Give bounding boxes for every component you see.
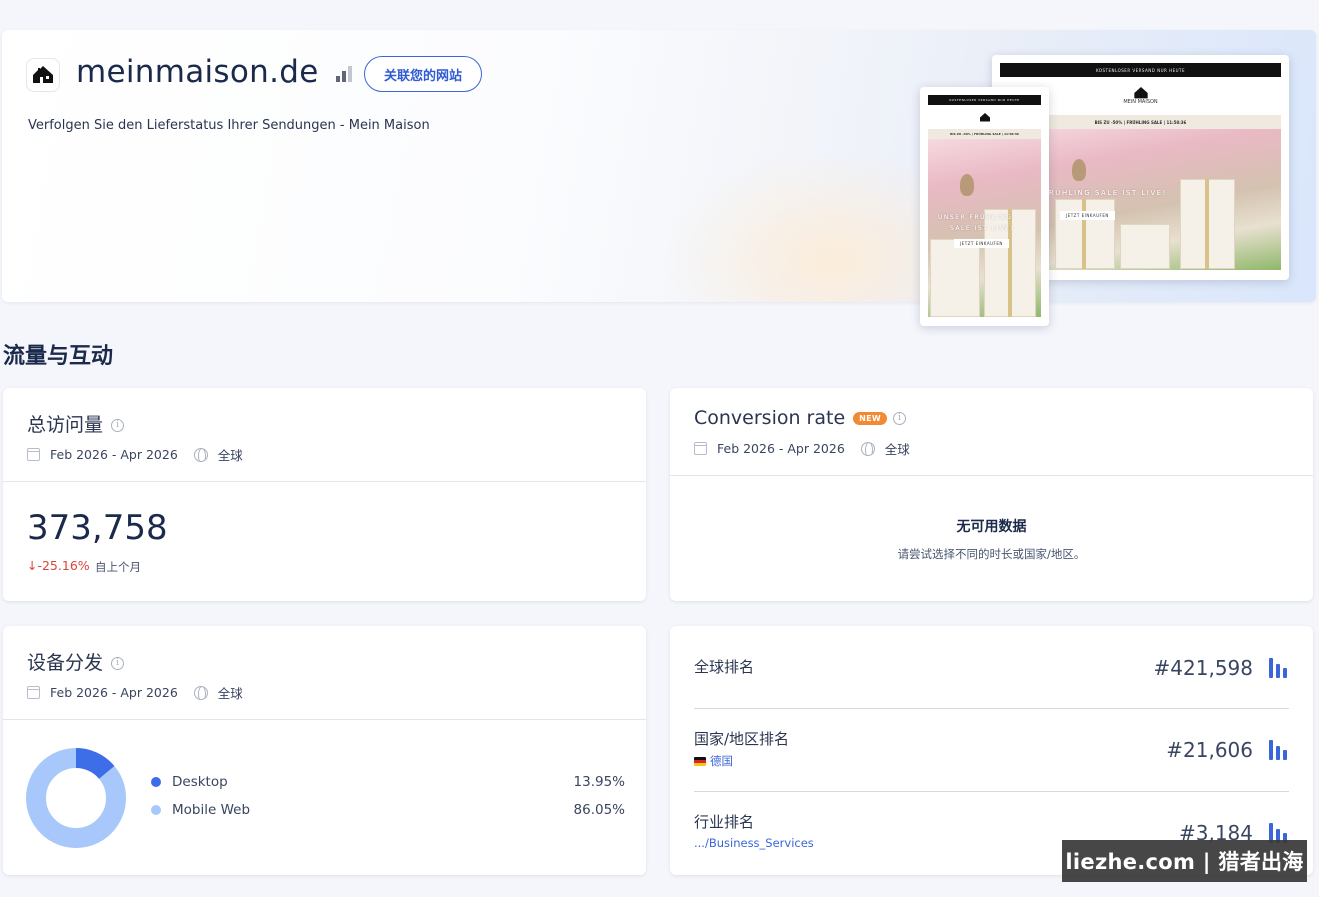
total-visits-value: 373,758 xyxy=(27,508,168,548)
country-link[interactable]: 德国 xyxy=(694,753,733,769)
section-title: 流量与互动 xyxy=(3,344,114,369)
rank-label: 行业排名 xyxy=(694,813,755,831)
traffic-rank-icon xyxy=(336,66,352,82)
legend-percent: 13.95% xyxy=(573,774,625,790)
date-range: Feb 2026 - Apr 2026 xyxy=(50,685,178,700)
total-visits-card: 总访问量 i Feb 2026 - Apr 2026 全球 373,758 ↓-2… xyxy=(3,388,646,601)
rank-label: 国家/地区排名 xyxy=(694,730,790,748)
bunny-figure xyxy=(960,174,974,196)
site-name: meinmaison.de xyxy=(76,54,319,90)
conversion-rate-card: Conversion rate NEW i Feb 2026 - Apr 2026 … xyxy=(670,388,1313,601)
no-data-title: 无可用数据 xyxy=(956,519,1027,535)
legend-dot xyxy=(151,805,161,815)
site-description: Verfolgen Sie den Lieferstatus Ihrer Sen… xyxy=(28,118,430,133)
industry-link[interactable]: .../Business_Services xyxy=(694,836,814,850)
legend-item-desktop: Desktop 13.95% xyxy=(151,774,625,790)
card-title-text: 设备分发 xyxy=(27,652,104,674)
rank-divider xyxy=(694,708,1289,709)
mockup-logo-text: MEIN MAISON xyxy=(1123,99,1158,105)
rank-chart-icon[interactable] xyxy=(1269,658,1289,678)
rank-label: 全球排名 xyxy=(694,658,755,676)
globe-icon xyxy=(193,685,208,700)
device-donut-chart xyxy=(26,748,126,848)
mockup-top-bar: KOSTENLOSER VERSAND NUR HEUTE xyxy=(928,95,1041,105)
region-label: 全球 xyxy=(217,686,243,701)
mockup-logo xyxy=(928,105,1041,129)
gift-box xyxy=(1120,224,1170,269)
mockup-shop-button: JETZT EINKAUFEN xyxy=(954,239,1009,248)
country-name: 德国 xyxy=(710,754,733,768)
card-title: 设备分发 i xyxy=(27,648,125,675)
gift-ribbon xyxy=(1205,179,1209,269)
gift-ribbon xyxy=(1082,199,1086,269)
card-meta: Feb 2026 - Apr 2026 全球 xyxy=(694,439,910,458)
card-title: Conversion rate NEW i xyxy=(694,407,907,429)
new-badge: NEW xyxy=(853,412,888,425)
rank-chart-icon[interactable] xyxy=(1269,740,1289,760)
region-label: 全球 xyxy=(884,442,910,457)
card-title-text: 总访问量 xyxy=(27,414,104,436)
rank-divider xyxy=(694,791,1289,792)
house-logo-icon xyxy=(1133,87,1148,99)
info-icon[interactable]: i xyxy=(111,419,125,432)
card-divider xyxy=(3,481,646,482)
gift-box xyxy=(930,239,980,317)
house-logo-icon xyxy=(979,112,990,121)
rankings-card: 全球排名 #421,598 国家/地区排名 德国 #21,606 行业排名 ..… xyxy=(670,626,1313,875)
card-title-text: Conversion rate xyxy=(694,407,846,429)
mobile-screenshot-preview: KOSTENLOSER VERSAND NUR HEUTE BIS ZU -50… xyxy=(920,87,1049,326)
bunny-figure xyxy=(1072,159,1086,181)
globe-icon xyxy=(860,441,875,456)
mockup-sale-banner: BIS ZU -50% | FRÜHLING SALE | 11:58:36 xyxy=(928,129,1041,139)
card-title: 总访问量 i xyxy=(27,410,125,437)
global-rank-row: 全球排名 #421,598 xyxy=(694,656,1289,680)
legend-dot xyxy=(151,777,161,787)
no-data-subtitle: 请尝试选择不同的时长或国家/地区。 xyxy=(897,547,1086,561)
globe-icon xyxy=(193,447,208,462)
info-icon[interactable]: i xyxy=(893,412,907,425)
mockup-headline: UNSER FRÜHLING xyxy=(938,214,1013,221)
country-rank-row: 国家/地区排名 德国 #21,606 xyxy=(694,728,1289,772)
germany-flag-icon xyxy=(694,756,706,766)
region-label: 全球 xyxy=(217,448,243,463)
device-distribution-card: 设备分发 i Feb 2026 - Apr 2026 全球 Desktop 13.… xyxy=(3,626,646,875)
legend-label: Desktop xyxy=(172,774,228,790)
change-label: 自上个月 xyxy=(95,560,141,574)
card-divider xyxy=(3,719,646,720)
connect-website-button[interactable]: 关联您的网站 xyxy=(364,56,482,92)
mockup-top-bar: KOSTENLOSER VERSAND NUR HEUTE xyxy=(1000,63,1281,77)
date-range: Feb 2026 - Apr 2026 xyxy=(50,447,178,462)
info-icon[interactable]: i xyxy=(111,657,125,670)
site-favicon xyxy=(26,58,60,92)
global-rank-value: #421,598 xyxy=(1153,656,1253,680)
date-range: Feb 2026 - Apr 2026 xyxy=(717,441,845,456)
watermark: liezhe.com | 猎者出海 xyxy=(1062,840,1307,882)
calendar-icon xyxy=(27,448,40,461)
card-divider xyxy=(670,475,1313,476)
card-meta: Feb 2026 - Apr 2026 全球 xyxy=(27,445,243,464)
mockup-headline: SALE IST LIVE! xyxy=(950,225,1015,232)
house-logo-icon xyxy=(33,66,53,83)
mockup-hero-image: UNSER FRÜHLING SALE IST LIVE! JETZT EINK… xyxy=(928,139,1041,317)
mockup-shop-button: JETZT EINKAUFEN xyxy=(1060,211,1115,220)
change-percent: ↓-25.16% xyxy=(27,558,90,573)
calendar-icon xyxy=(27,686,40,699)
legend-label: Mobile Web xyxy=(172,802,251,818)
card-meta: Feb 2026 - Apr 2026 全球 xyxy=(27,683,243,702)
country-rank-value: #21,606 xyxy=(1166,738,1253,762)
calendar-icon xyxy=(694,442,707,455)
legend-item-mobile-web: Mobile Web 86.05% xyxy=(151,802,625,818)
legend-percent: 86.05% xyxy=(573,802,625,818)
